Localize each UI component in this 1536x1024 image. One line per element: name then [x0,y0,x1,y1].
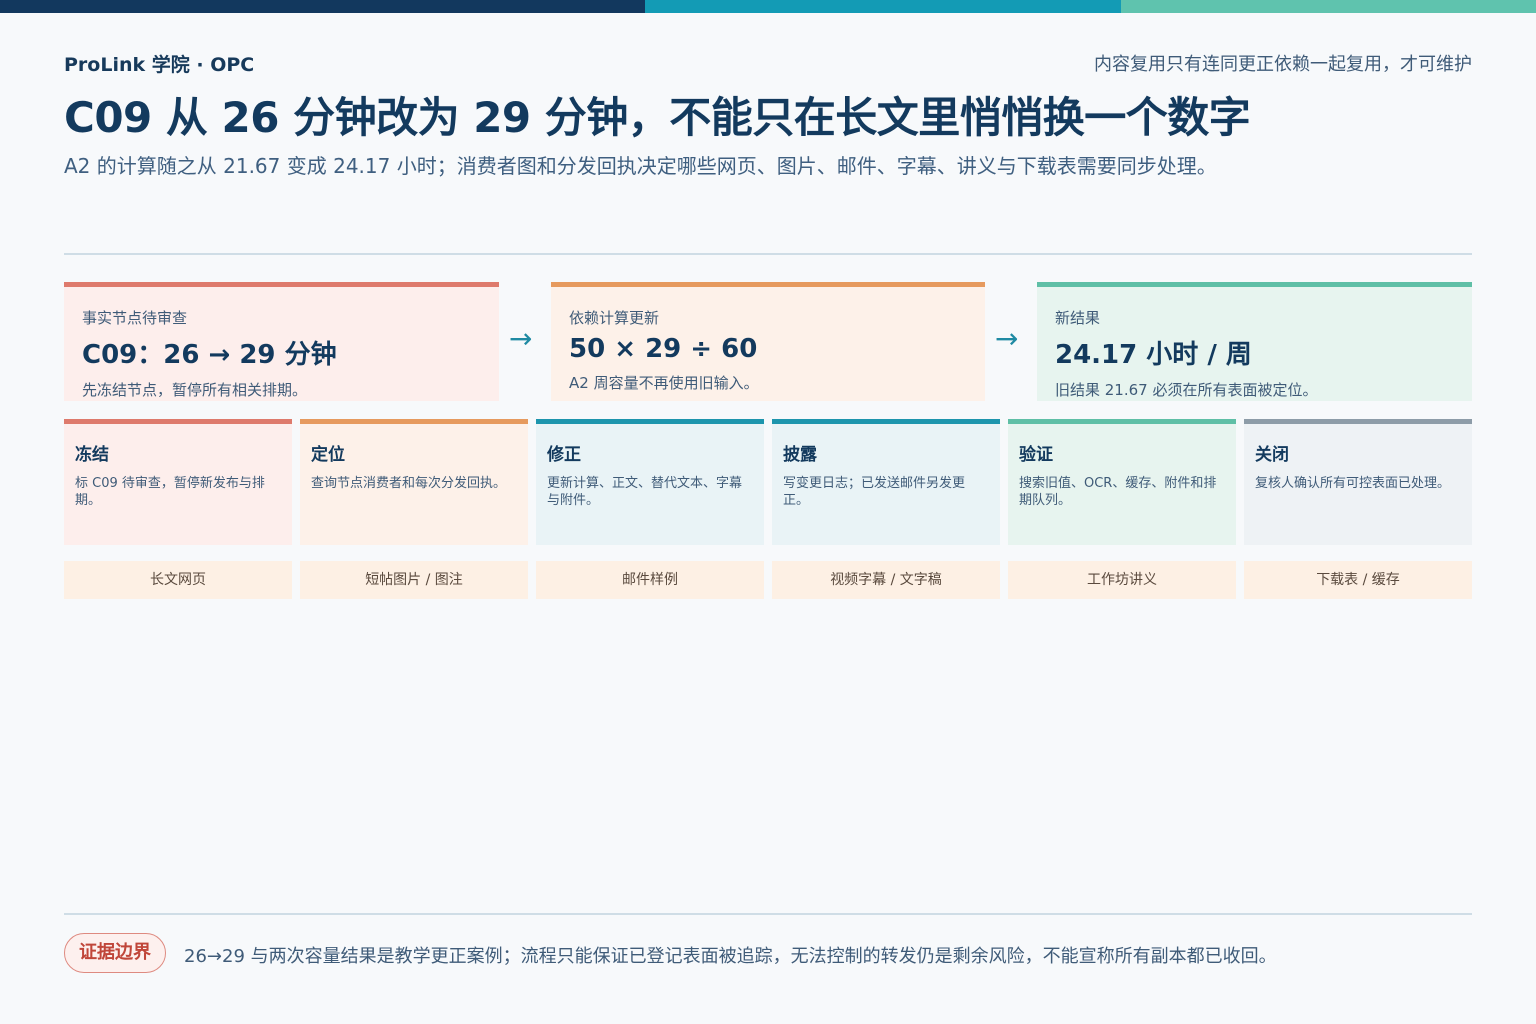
arrow-right-icon: → [509,322,533,355]
flow-card-label: 依赖计算更新 [569,309,660,327]
accent-segment-mint [1121,0,1536,13]
step-card-freeze: 冻结 标 C09 待审查，暂停新发布与排期。 [64,419,292,545]
step-card-close: 关闭 复核人确认所有可控表面已处理。 [1244,419,1472,545]
step-description: 写变更日志；已发送邮件另发更正。 [783,476,966,508]
tagline: 内容复用只有连同更正依赖一起复用，才可维护 [1094,54,1472,75]
step-name: 验证 [1019,445,1053,465]
surface-chip: 短帖图片 / 图注 [300,561,528,599]
step-name: 修正 [547,445,581,465]
step-name: 披露 [783,445,817,465]
surface-chip: 下载表 / 缓存 [1244,561,1472,599]
step-description: 查询节点消费者和每次分发回执。 [311,476,507,491]
step-name: 冻结 [75,445,109,465]
accent-segment-navy [0,0,645,13]
flow-card-note: 先冻结节点，暂停所有相关排期。 [82,381,308,399]
flow-card-value: 50 × 29 ÷ 60 [569,334,758,364]
step-card-disclose: 披露 写变更日志；已发送邮件另发更正。 [772,419,1000,545]
step-description: 搜索旧值、OCR、缓存、附件和排期队列。 [1019,476,1217,508]
flow-card-note: A2 周容量不再使用旧输入。 [569,374,759,392]
flow-card-note: 旧结果 21.67 必须在所有表面被定位。 [1055,381,1318,399]
divider [64,253,1472,255]
page-title: C09 从 26 分钟改为 29 分钟，不能只在长文里悄悄换一个数字 [64,93,1251,142]
flow-card-fact-node: 事实节点待审查 C09：26 → 29 分钟 先冻结节点，暂停所有相关排期。 [64,282,499,401]
divider [64,913,1472,915]
step-name: 定位 [311,445,345,465]
flow-card-new-result: 新结果 24.17 小时 / 周 旧结果 21.67 必须在所有表面被定位。 [1037,282,1472,401]
flow-card-label: 新结果 [1055,309,1101,327]
step-description: 复核人确认所有可控表面已处理。 [1255,476,1451,491]
footer-note: 26→29 与两次容量结果是教学更正案例；流程只能保证已登记表面被追踪，无法控制… [184,946,1277,967]
surface-chip: 工作坊讲义 [1008,561,1236,599]
flow-card-value: C09：26 → 29 分钟 [82,340,337,370]
step-card-verify: 验证 搜索旧值、OCR、缓存、附件和排期队列。 [1008,419,1236,545]
arrow-right-icon: → [995,322,1019,355]
accent-segment-teal [645,0,1121,13]
surface-chip: 视频字幕 / 文字稿 [772,561,1000,599]
brand-label: ProLink 学院 · OPC [64,54,255,76]
page-subtitle: A2 的计算随之从 21.67 变成 24.17 小时；消费者图和分发回执决定哪… [64,154,1217,178]
step-card-locate: 定位 查询节点消费者和每次分发回执。 [300,419,528,545]
top-accent-bar [0,0,1536,13]
surface-chip: 长文网页 [64,561,292,599]
evidence-boundary-badge: 证据边界 [64,933,166,973]
surface-chip: 邮件样例 [536,561,764,599]
step-name: 关闭 [1255,445,1289,465]
step-description: 更新计算、正文、替代文本、字幕与附件。 [547,476,743,508]
flow-card-value: 24.17 小时 / 周 [1055,340,1252,370]
step-description: 标 C09 待审查，暂停新发布与排期。 [75,476,265,508]
flow-card-dependent-calc: 依赖计算更新 50 × 29 ÷ 60 A2 周容量不再使用旧输入。 [551,282,985,401]
flow-card-label: 事实节点待审查 [82,309,188,327]
step-card-correct: 修正 更新计算、正文、替代文本、字幕与附件。 [536,419,764,545]
